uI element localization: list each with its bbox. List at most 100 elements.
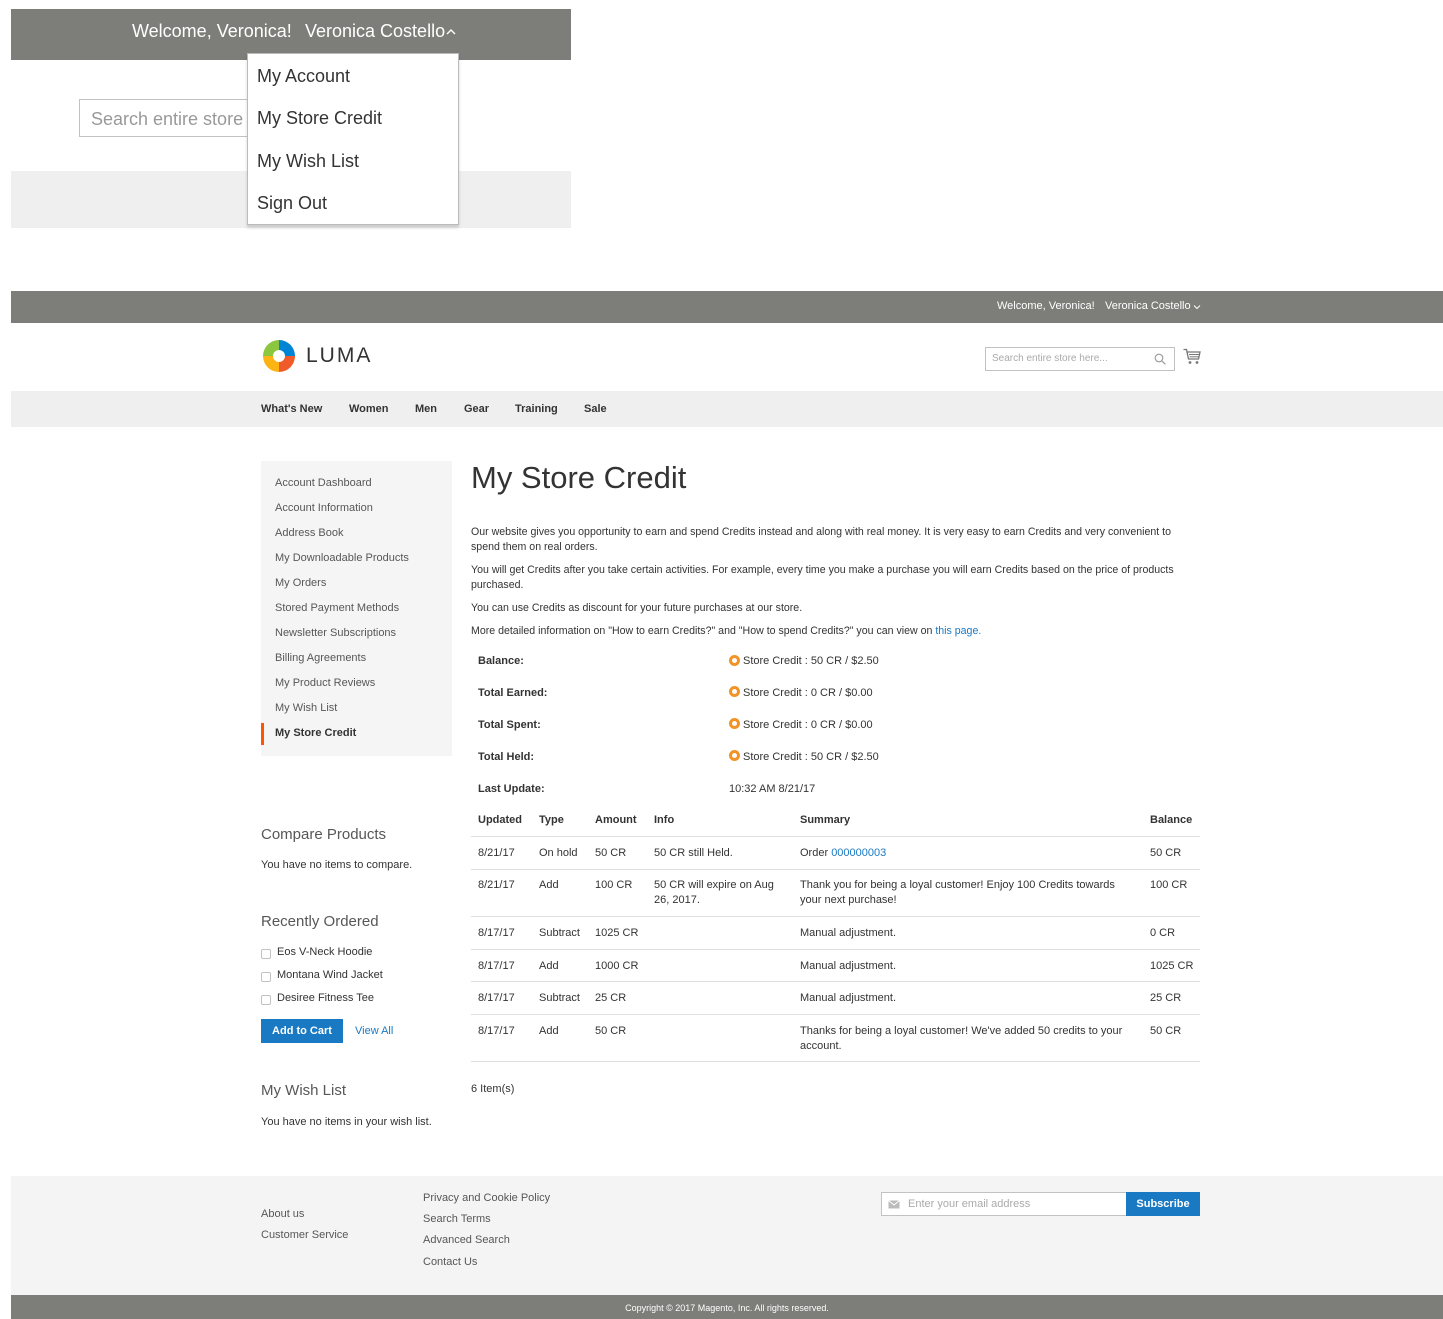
cell-type: Add xyxy=(539,960,559,972)
cell-balance: 50 CR xyxy=(1150,847,1182,859)
nav-item-whats-new[interactable]: What's New xyxy=(261,403,322,415)
footer-link-search-terms[interactable]: Search Terms xyxy=(423,1213,491,1225)
cell-info: 50 CR will expire on Aug 26, 2017. xyxy=(654,879,774,906)
this-page-link[interactable]: this page. xyxy=(935,625,981,637)
cell-balance: 25 CR xyxy=(1150,992,1182,1004)
credit-coin-icon xyxy=(729,718,740,729)
recent-item-name[interactable]: Montana Wind Jacket xyxy=(277,969,383,981)
credit-coin-icon xyxy=(729,750,740,761)
zoom-customer-menu-toggle[interactable]: Veronica Costello xyxy=(305,21,445,42)
total-spent-value: Store Credit : 0 CR / $0.00 xyxy=(743,719,873,731)
compare-products-title: Compare Products xyxy=(261,826,387,843)
column-header-amount: Amount xyxy=(595,814,637,826)
sidebar-item-account-information[interactable]: Account Information xyxy=(275,502,373,514)
chevron-up-icon[interactable] xyxy=(446,27,456,37)
footer xyxy=(11,1176,1443,1295)
recent-item-checkbox[interactable] xyxy=(261,995,271,1005)
intro-paragraph: Our website gives you opportunity to ear… xyxy=(471,526,1171,553)
column-header-balance: Balance xyxy=(1150,814,1193,826)
cell-amount: 1000 CR xyxy=(595,960,639,972)
table-divider xyxy=(471,949,1200,950)
sidebar-item-wish-list[interactable]: My Wish List xyxy=(275,702,337,714)
recent-item-checkbox[interactable] xyxy=(261,972,271,982)
cell-type: Subtract xyxy=(539,992,580,1004)
copyright-text: Copyright © 2017 Magento, Inc. All right… xyxy=(625,1303,829,1313)
column-header-type: Type xyxy=(539,814,564,826)
footer-link-about-us[interactable]: About us xyxy=(261,1208,304,1220)
cell-summary: Thank you for being a loyal customer! En… xyxy=(800,879,1115,906)
nav-item-training[interactable]: Training xyxy=(515,403,558,415)
nav-item-men[interactable]: Men xyxy=(415,403,437,415)
dropdown-item-my-store-credit[interactable]: My Store Credit xyxy=(257,108,382,129)
welcome-message: Welcome, Veronica! xyxy=(997,300,1095,312)
cell-balance: 1025 CR xyxy=(1150,960,1194,972)
active-item-marker xyxy=(261,723,264,745)
cell-summary: Manual adjustment. xyxy=(800,992,896,1004)
search-input[interactable]: Search entire store here... xyxy=(985,347,1175,371)
last-update-label: Last Update: xyxy=(478,783,545,795)
luma-logo-text[interactable]: LUMA xyxy=(306,344,372,368)
sidebar-item-product-reviews[interactable]: My Product Reviews xyxy=(275,677,375,689)
panel-header-bar xyxy=(11,291,1443,323)
recent-item-checkbox[interactable] xyxy=(261,949,271,959)
total-spent-label: Total Spent: xyxy=(478,719,541,731)
footer-link-customer-service[interactable]: Customer Service xyxy=(261,1229,348,1241)
subscribe-button[interactable]: Subscribe xyxy=(1126,1192,1200,1216)
nav-item-sale[interactable]: Sale xyxy=(584,403,607,415)
luma-logo-icon[interactable] xyxy=(261,338,297,374)
cell-type: Subtract xyxy=(539,927,580,939)
nav-item-gear[interactable]: Gear xyxy=(464,403,489,415)
footer-link-privacy-policy[interactable]: Privacy and Cookie Policy xyxy=(423,1192,550,1204)
total-held-label: Total Held: xyxy=(478,751,535,763)
column-header-updated: Updated xyxy=(478,814,522,826)
sidebar-item-newsletter-subscriptions[interactable]: Newsletter Subscriptions xyxy=(275,627,396,639)
sidebar-item-account-dashboard[interactable]: Account Dashboard xyxy=(275,477,372,489)
dropdown-item-my-wish-list[interactable]: My Wish List xyxy=(257,151,359,172)
sidebar-item-billing-agreements[interactable]: Billing Agreements xyxy=(275,652,366,664)
recent-item-name[interactable]: Desiree Fitness Tee xyxy=(277,992,374,1004)
table-divider xyxy=(471,869,1200,870)
cell-updated: 8/21/17 xyxy=(478,847,515,859)
cell-amount: 50 CR xyxy=(595,847,627,859)
cell-amount: 100 CR xyxy=(595,879,633,891)
cell-updated: 8/17/17 xyxy=(478,992,515,1004)
chevron-down-icon[interactable] xyxy=(1193,303,1201,311)
sidebar-item-address-book[interactable]: Address Book xyxy=(275,527,343,539)
order-link[interactable]: 000000003 xyxy=(831,847,886,859)
sidebar-item-my-orders[interactable]: My Orders xyxy=(275,577,326,589)
add-to-cart-button[interactable]: Add to Cart xyxy=(261,1019,343,1043)
intro-paragraph: You will get Credits after you take cert… xyxy=(471,564,1174,591)
cell-updated: 8/17/17 xyxy=(478,1025,515,1037)
nav-item-women[interactable]: Women xyxy=(349,403,389,415)
sidebar-item-stored-payment-methods[interactable]: Stored Payment Methods xyxy=(275,602,399,614)
total-earned-value: Store Credit : 0 CR / $0.00 xyxy=(743,687,873,699)
cell-amount: 25 CR xyxy=(595,992,627,1004)
customer-menu-toggle[interactable]: Veronica Costello xyxy=(1105,300,1191,312)
footer-link-advanced-search[interactable]: Advanced Search xyxy=(423,1234,510,1246)
sidebar-item-store-credit[interactable]: My Store Credit xyxy=(275,727,356,739)
cell-updated: 8/21/17 xyxy=(478,879,515,891)
column-header-info: Info xyxy=(654,814,675,826)
newsletter-email-input[interactable]: Enter your email address xyxy=(881,1192,1127,1216)
wishlist-empty-text: You have no items in your wish list. xyxy=(261,1116,432,1128)
more-info-text: More detailed information on "How to ear… xyxy=(471,625,936,637)
search-placeholder: Search entire store here... xyxy=(992,353,1108,364)
balance-value: Store Credit : 50 CR / $2.50 xyxy=(743,655,879,667)
cart-icon[interactable] xyxy=(1183,348,1201,365)
cell-type: On hold xyxy=(539,847,578,859)
recent-item-name[interactable]: Eos V-Neck Hoodie xyxy=(277,946,372,958)
footer-link-contact-us[interactable]: Contact Us xyxy=(423,1256,477,1268)
cell-summary: Manual adjustment. xyxy=(800,927,896,939)
sidebar-item-downloadable-products[interactable]: My Downloadable Products xyxy=(275,552,409,564)
dropdown-item-my-account[interactable]: My Account xyxy=(257,66,350,87)
total-earned-label: Total Earned: xyxy=(478,687,548,699)
more-info-paragraph: More detailed information on "How to ear… xyxy=(471,624,1201,639)
credit-coin-icon xyxy=(729,686,740,697)
view-all-link[interactable]: View All xyxy=(355,1025,393,1037)
dropdown-item-sign-out[interactable]: Sign Out xyxy=(257,193,327,214)
cell-balance: 50 CR xyxy=(1150,1025,1182,1037)
cell-summary: Thanks for being a loyal customer! We've… xyxy=(800,1025,1123,1052)
last-update-value: 10:32 AM 8/21/17 xyxy=(729,783,816,795)
cell-balance: 100 CR xyxy=(1150,879,1188,891)
search-icon[interactable] xyxy=(1154,353,1166,365)
